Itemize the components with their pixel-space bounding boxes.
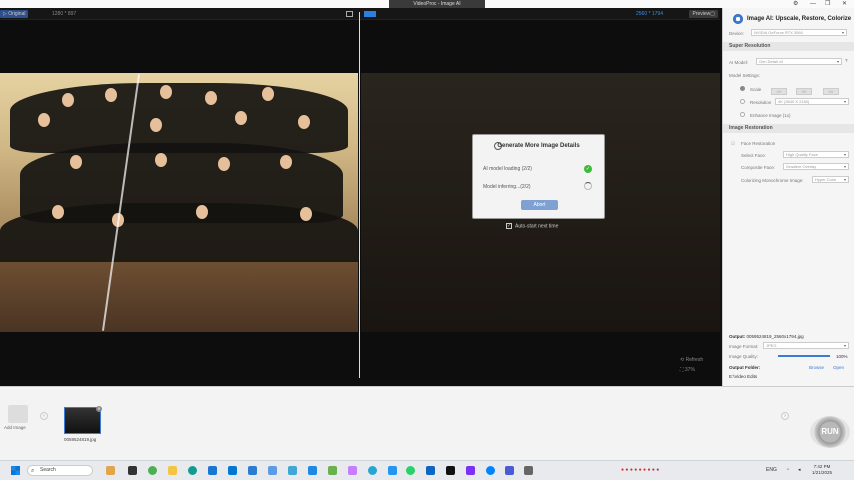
settings-icon[interactable]: ⚙ [793,0,798,8]
app-icon[interactable] [348,466,357,475]
settings-panel: Image AI: Upscale, Restore, Colorize Dev… [722,8,854,386]
whatsapp-icon[interactable] [406,466,415,475]
app-icon[interactable] [128,466,137,475]
step-model-loading: AI model loading (2/2) [483,166,532,172]
colorizing-select[interactable]: Hyper Color [812,176,849,183]
minimize-button[interactable]: — [810,0,816,8]
app-icon[interactable] [466,466,475,475]
windows-start-icon[interactable] [11,466,20,475]
image-thumbnail[interactable] [64,407,101,434]
dialog-title: Generate More Image Details [497,143,580,149]
face-restoration-checkbox[interactable]: ☑ [731,141,735,147]
browser-icon[interactable] [148,466,157,475]
app-icon[interactable] [268,466,277,475]
remove-thumbnail-icon[interactable]: ✕ [96,406,102,412]
taskbar-clock[interactable]: 7:42 PM 1/21/2025 [812,464,832,476]
maximize-button[interactable]: ❐ [825,0,830,8]
loading-spinner-icon [584,182,592,190]
run-button[interactable]: RUN [810,416,850,448]
close-button[interactable]: ✕ [842,0,847,8]
edge-icon[interactable] [188,466,197,475]
preview-toolbar: ▷ Original 1280 * 897 2560 * 1794 Previe… [0,8,720,20]
enhance-radio[interactable] [740,112,745,117]
window-title: VideoProc - Image AI [389,0,485,8]
browse-button[interactable]: Browse [809,365,824,370]
app-icon[interactable] [288,466,297,475]
title-bar: VideoProc - Image AI ⚙ — ❐ ✕ [0,0,854,8]
outlook-icon[interactable] [228,466,237,475]
original-dimensions: 1280 * 897 [52,11,77,17]
abort-button[interactable]: Abort [521,200,558,210]
language-indicator[interactable]: ENG [766,467,777,473]
taskbar-search[interactable]: ⌕ Search [27,465,93,476]
app-icon[interactable] [308,466,317,475]
split-view-icon[interactable] [364,11,376,17]
scale-3x-button[interactable]: 3X [796,88,812,95]
messenger-icon[interactable] [486,466,495,475]
autostart-checkbox[interactable]: ✓ Auto-start next time [506,223,558,229]
generate-details-dialog: Generate More Image Details AI model loa… [472,134,605,219]
quality-slider[interactable] [778,355,830,357]
preview-tab[interactable]: Preview▢ [689,10,718,18]
add-image-button[interactable] [8,405,28,423]
tray-icons[interactable]: ● ● ● ● ● ● ● ● ● [621,467,659,473]
refresh-button[interactable]: ⟲ Refresh [680,357,703,363]
autostart-label: Auto-start next time [515,223,559,230]
open-button[interactable]: Open [833,365,844,370]
app-icon[interactable] [106,466,115,475]
resolution-radio[interactable] [740,99,745,104]
app-icon[interactable] [328,466,337,475]
tiktok-icon[interactable] [446,466,455,475]
super-resolution-header: Super Resolution [723,42,854,51]
composite-face-select[interactable]: Gradient Overlay [783,163,849,170]
file-explorer-icon[interactable] [168,466,177,475]
resolution-select[interactable]: 4K (3840 X 2160) [775,98,849,105]
scale-radio[interactable] [740,86,745,91]
scroll-left-icon[interactable]: ‹ [40,412,48,420]
app-icon[interactable] [426,466,435,475]
check-icon: ✓ [584,165,592,173]
scroll-right-icon[interactable]: › [781,412,789,420]
app-icon[interactable] [368,466,377,475]
videoproc-icon[interactable] [505,466,514,475]
select-face-select[interactable]: High Quality Face [783,151,849,158]
app-icon[interactable] [388,466,397,475]
search-icon: ⌕ [31,468,35,474]
add-image-label: Add Image [4,425,26,430]
device-select[interactable]: NVIDIA GeForce RTX 3060 [751,29,847,36]
step-model-inferring: Model inferring...(2/2) [483,184,531,190]
taskbar: ⌕ Search ● ● ● ● ● ● ● ● ● ENG ◔ ◂ 7:42 P… [0,460,854,480]
ai-model-select[interactable]: Gen Detail v2 [756,58,842,65]
app-icon[interactable] [248,466,257,475]
quality-value: 100% [836,354,848,359]
panel-title: Image AI: Upscale, Restore, Colorize [747,16,852,22]
wifi-icon[interactable]: ◔ [786,467,789,473]
original-tab[interactable]: ▷ Original [0,10,29,18]
single-view-icon[interactable] [346,11,353,17]
output-dimensions: 2560 * 1794 [636,11,663,17]
info-icon[interactable]: ? [845,58,848,63]
scale-4x-button[interactable]: 4X [823,88,839,95]
split-divider[interactable] [359,12,360,378]
thumbnail-label: 0059524819.jpg [64,437,97,442]
zoom-level[interactable]: ⛶ 37% [680,367,703,373]
app-logo-icon [733,14,743,24]
original-image [0,73,358,332]
volume-icon[interactable]: ◂ [798,467,801,473]
app-icon[interactable] [208,466,217,475]
scale-2x-button[interactable]: 2X [771,88,787,95]
image-restoration-header: Image Restoration [723,124,854,133]
checkbox-icon[interactable]: ✓ [506,223,512,229]
image-format-select[interactable]: JPEG [763,342,849,349]
output-folder-path: E:\Video Edits [729,374,758,379]
camera-icon[interactable] [524,466,533,475]
zoom-tools: ⟲ Refresh ⛶ 37% [680,357,703,373]
output-filename: 0059524819_2560x1794.jpg [746,334,804,339]
filmstrip: Add Image ‹ ✕ 0059524819.jpg › RUN [0,386,854,460]
